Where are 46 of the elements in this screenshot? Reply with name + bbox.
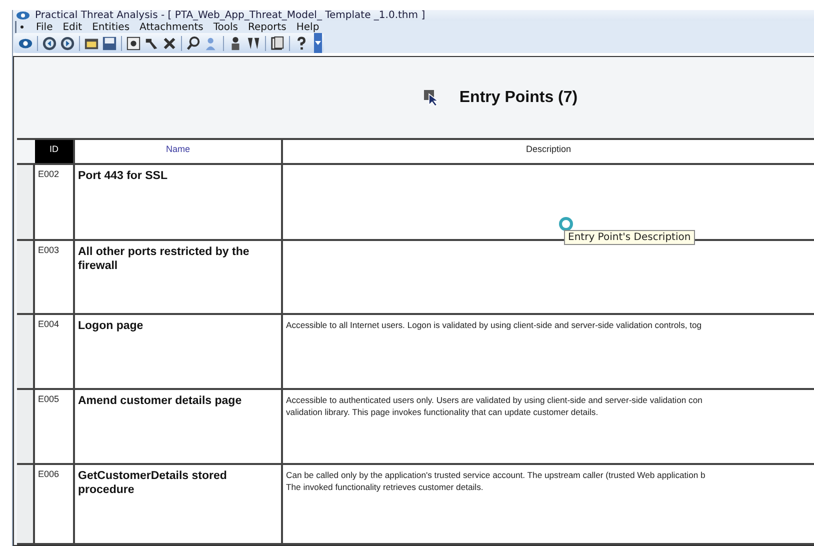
- corner-cell: [17, 140, 35, 163]
- menu-item[interactable]: Tools: [208, 22, 244, 32]
- forward-icon[interactable]: [60, 36, 75, 50]
- entry-description: The invoked functionality retrieves customer details.: [286, 481, 484, 493]
- menu-item[interactable]: Entities: [87, 22, 135, 32]
- menu-item[interactable]: Reports: [243, 22, 292, 32]
- name-cell: Port 443 for SSL: [75, 165, 283, 239]
- row-header[interactable]: [17, 390, 35, 463]
- menu-item[interactable]: File: [31, 22, 58, 32]
- search-icon[interactable]: [186, 36, 201, 50]
- name-cell: Logon page: [75, 315, 283, 388]
- page-icon[interactable]: [270, 36, 285, 50]
- delete-icon[interactable]: [162, 36, 177, 50]
- id-cell: E005: [35, 390, 75, 463]
- row-header[interactable]: [17, 241, 35, 313]
- loading-icon: [558, 216, 574, 232]
- row-header[interactable]: [17, 165, 35, 239]
- row-header[interactable]: [17, 465, 35, 543]
- entry-description: Accessible to all Internet users. Logon is validated by using client-side and server-side validation controls, tog: [286, 319, 702, 331]
- menu-item[interactable]: Edit: [58, 22, 88, 32]
- cursor-icon: [423, 88, 442, 106]
- window-title: Practical Threat Analysis - [ PTA_Web_App_Threat_Model_ Template _1.0.thm ]: [35, 10, 426, 21]
- menu-item[interactable]: Help: [291, 22, 324, 32]
- id-cell: E002: [35, 165, 75, 239]
- menu-item[interactable]: Attachments: [134, 22, 208, 32]
- save-icon[interactable]: [102, 36, 117, 50]
- back-icon[interactable]: [42, 36, 57, 50]
- column-header[interactable]: Description: [283, 140, 814, 163]
- id-cell: E004: [35, 315, 75, 388]
- row-header[interactable]: [17, 315, 35, 388]
- entry-description: validation library. This page invokes functionality that can update customer details.: [286, 406, 598, 418]
- column-header[interactable]: ID: [35, 140, 75, 163]
- name-cell: GetCustomerDetails stored procedure: [75, 465, 283, 543]
- grip-icon: [15, 21, 25, 33]
- column-header[interactable]: Name: [75, 140, 283, 163]
- target-icon[interactable]: [126, 36, 141, 50]
- eye-icon: [16, 11, 30, 20]
- id-cell: E006: [35, 465, 75, 543]
- panel-title: Entry Points (7): [459, 88, 578, 106]
- name-cell: Amend customer details page: [75, 390, 283, 463]
- tooltip: Entry Point's Description: [564, 230, 695, 245]
- name-cell: All other ports restricted by the firewall: [75, 241, 283, 313]
- dropdown-icon[interactable]: [314, 33, 322, 53]
- entry-description: Accessible to authenticated users only. Users are validated by using client-side and server-side validation con: [286, 394, 702, 406]
- entry-description: Can be called only by the application's trusted service account. The upstream caller (trusted Web application b: [286, 469, 706, 481]
- id-cell: E003: [35, 241, 75, 313]
